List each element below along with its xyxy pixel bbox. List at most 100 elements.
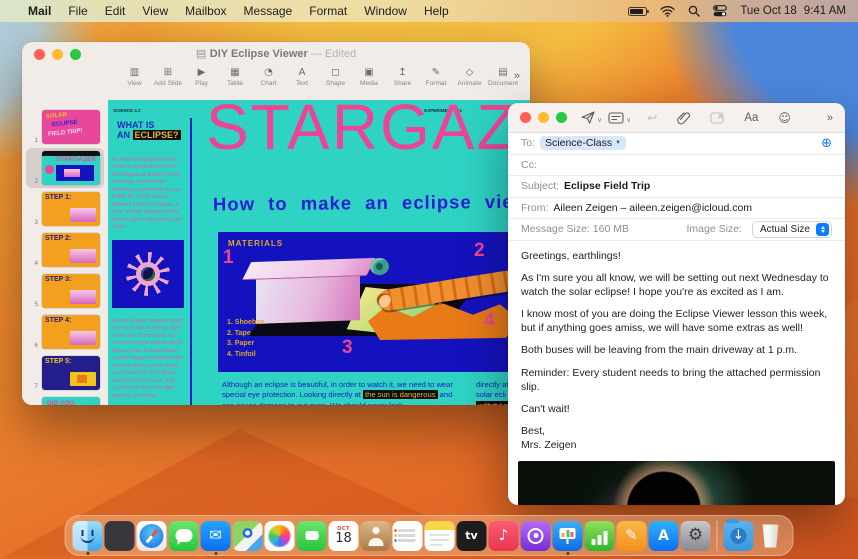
dock-icon-photos[interactable]	[264, 520, 295, 551]
menu-bar-clock[interactable]: Tue Oct 18 9:41 AM	[740, 5, 846, 17]
dock-icon-trash[interactable]	[756, 521, 786, 551]
add-slide-icon: ⊞	[163, 67, 173, 78]
image-size-select[interactable]: Actual Size	[751, 220, 832, 238]
mail-toolbar: ∨ ∨ ↩ Aa ☺ »	[508, 103, 845, 133]
attach-icon[interactable]	[677, 111, 691, 125]
header-fields-icon[interactable]	[608, 111, 624, 124]
dock-icon-notes[interactable]	[424, 520, 455, 551]
dock-icon-app-store[interactable]: A	[648, 520, 679, 551]
toolbar-overflow-chevron[interactable]: »	[514, 70, 520, 82]
slide-thumbnail-8[interactable]: 8 DID YOU KNOW...	[28, 397, 102, 405]
eclipse-photo-attachment[interactable]	[518, 461, 835, 505]
table-icon: ▦	[230, 67, 240, 78]
slide-thumbnail-5[interactable]: 5 STEP 3:	[28, 274, 102, 308]
slide-thumbnail-7[interactable]: 7 STEP 5:	[28, 356, 102, 390]
message-size-label: Message Size: 160 MB	[521, 223, 629, 236]
control-center-icon[interactable]	[713, 5, 728, 17]
subject-field[interactable]: Subject: Eclipse Field Trip	[508, 176, 845, 198]
dock-icon-launchpad[interactable]	[104, 520, 135, 551]
close-button[interactable]	[520, 112, 531, 123]
slide-thumbnail-3[interactable]: 3 STEP 1:	[28, 192, 102, 226]
from-field[interactable]: From: Aileen Zeigen – aileen.zeigen@iclo…	[508, 198, 845, 219]
slide-canvas[interactable]: SCIENCE 4.2 EXPERIMENT #11 WHAT IS AN EC…	[108, 100, 530, 405]
spotlight-search-icon[interactable]	[688, 5, 700, 17]
dock-icon-contacts[interactable]	[360, 520, 391, 551]
danger-highlight: the sun is dangerous	[363, 390, 438, 400]
format-text-button[interactable]: Aa	[744, 112, 758, 124]
menu-mailbox[interactable]: Mailbox	[185, 4, 226, 18]
format-button[interactable]: ✎ Format	[420, 66, 453, 87]
keynote-toolbar: ▥ View ⊞ Add Slide ▶ Play ▦ Table ◔ Chart A Te…	[22, 66, 530, 100]
eclipse-paragraph: An eclipse happens when a moon or planet…	[112, 157, 182, 231]
column-divider	[190, 118, 192, 405]
menu-message[interactable]: Message	[244, 4, 293, 18]
battery-icon[interactable]	[628, 6, 650, 16]
dock: ✉ OCT 18 tv ♪ ✎ A ⚙ ↓	[64, 515, 794, 556]
stepper-icon	[816, 222, 829, 236]
slide-thumbnail-4[interactable]: 4 STEP 2:	[28, 233, 102, 267]
send-icon[interactable]	[581, 111, 595, 124]
media-icon: ▣	[364, 67, 374, 78]
minimize-button[interactable]	[538, 112, 549, 123]
dock-icon-downloads[interactable]: ↓	[723, 518, 754, 551]
table-button[interactable]: ▦ Table	[219, 66, 252, 87]
message-body[interactable]: Greetings, earthlings! As I'm sure you a…	[508, 241, 845, 453]
menu-bar: Mail File Edit View Mailbox Message Form…	[0, 0, 858, 22]
menu-view[interactable]: View	[142, 4, 168, 18]
dock-icon-finder[interactable]	[72, 520, 103, 555]
view-button[interactable]: ▥ View	[118, 66, 151, 87]
toolbar-overflow-chevron[interactable]: »	[827, 112, 833, 124]
dock-icon-mail[interactable]: ✉	[200, 520, 231, 555]
emoji-icon[interactable]: ☺	[778, 111, 791, 125]
send-options-chevron-icon[interactable]: ∨	[597, 116, 602, 124]
dock-icon-reminders[interactable]	[392, 520, 423, 551]
dock-icon-pages[interactable]: ✎	[616, 520, 647, 551]
slide-subhead: How to make an eclipse viewer!	[212, 190, 530, 215]
cc-field[interactable]: Cc:	[508, 155, 845, 176]
dock-icon-messages[interactable]	[168, 520, 199, 551]
add-recipient-icon[interactable]: ⊕	[821, 136, 832, 151]
materials-label: MATERIALS	[228, 239, 284, 248]
dock-icon-keynote[interactable]	[552, 520, 583, 555]
menu-window[interactable]: Window	[364, 4, 407, 18]
wifi-icon[interactable]	[660, 5, 675, 17]
dock-icon-safari[interactable]	[136, 520, 167, 551]
animate-button[interactable]: ◇ Animate	[453, 66, 486, 87]
what-is-heading: WHAT IS AN ECLIPSE?	[117, 120, 181, 141]
to-field[interactable]: To: Science-Class ▼ ⊕	[508, 133, 845, 155]
chart-button[interactable]: ◔ Chart	[252, 66, 285, 87]
zoom-button[interactable]	[556, 112, 567, 123]
slide-thumbnail-1[interactable]: 1 SOLAR ECLIPSE FIELD TRIP!	[28, 110, 102, 144]
recipient-token[interactable]: Science-Class ▼	[540, 136, 627, 151]
text-button[interactable]: A Text	[286, 66, 319, 87]
dock-icon-system-settings[interactable]: ⚙	[680, 520, 711, 551]
body-paragraph: Greetings, earthlings!	[521, 249, 621, 262]
menu-mail[interactable]: Mail	[28, 4, 51, 18]
menu-format[interactable]: Format	[309, 4, 347, 18]
slide-thumbnail-6[interactable]: 6 STEP 4:	[28, 315, 102, 349]
slide-thumbnail-2-selected[interactable]: 2 STARGAZER	[26, 148, 104, 188]
dock-icon-maps[interactable]	[232, 520, 263, 551]
dock-icon-tv[interactable]: tv	[456, 520, 487, 551]
thumbnail-art: STEP 1:	[42, 192, 100, 226]
menu-file[interactable]: File	[68, 4, 87, 18]
dock-icon-music[interactable]: ♪	[488, 520, 519, 551]
solar-paragraph: A solar eclipse happens when the moon bl…	[112, 318, 184, 399]
animate-icon: ◇	[465, 67, 474, 78]
share-button[interactable]: ↥ Share	[386, 66, 419, 87]
dock-icon-podcasts[interactable]	[520, 520, 551, 551]
menu-edit[interactable]: Edit	[105, 4, 126, 18]
insert-photo-icon	[710, 111, 724, 124]
dock-icon-facetime[interactable]	[296, 520, 327, 551]
format-icon: ✎	[431, 67, 441, 78]
dock-icon-calendar[interactable]: OCT 18	[328, 520, 359, 551]
keynote-titlebar: ▤ DIY Eclipse Viewer — Edited	[22, 42, 530, 66]
media-button[interactable]: ▣ Media	[353, 66, 386, 87]
add-slide-button[interactable]: ⊞ Add Slide	[152, 66, 185, 87]
dock-icon-numbers[interactable]	[584, 520, 615, 551]
shape-button[interactable]: ◻ Shape	[319, 66, 352, 87]
menu-help[interactable]: Help	[424, 4, 449, 18]
header-fields-chevron-icon[interactable]: ∨	[626, 116, 631, 124]
play-button[interactable]: ▶ Play	[185, 66, 218, 87]
window-title: ▤ DIY Eclipse Viewer — Edited	[195, 47, 357, 60]
